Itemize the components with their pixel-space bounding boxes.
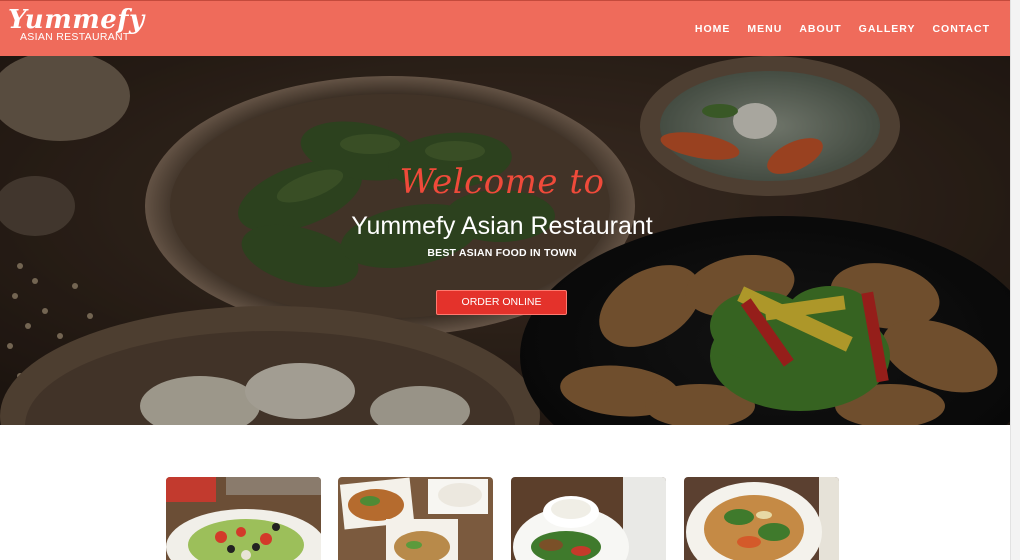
logo[interactable]: Yummefy ASIAN RESTAURANT — [8, 5, 144, 47]
hero-content: Welcome to Yummefy Asian Restaurant BEST… — [0, 56, 1010, 425]
nav-about[interactable]: ABOUT — [799, 23, 841, 35]
hero-title: Yummefy Asian Restaurant — [351, 212, 653, 240]
rice-stirfry-photo — [511, 477, 666, 560]
site-header: Yummefy ASIAN RESTAURANT HOME MENU ABOUT… — [0, 0, 1010, 56]
nav-gallery[interactable]: GALLERY — [859, 23, 916, 35]
hero-subtitle: BEST ASIAN FOOD IN TOWN — [427, 247, 577, 259]
salad-photo — [166, 477, 321, 560]
welcome-text: Welcome to — [399, 162, 605, 202]
hero-banner: Welcome to Yummefy Asian Restaurant BEST… — [0, 56, 1010, 425]
gallery-thumb-noodle-platter[interactable] — [338, 477, 493, 560]
order-online-button[interactable]: ORDER ONLINE — [436, 290, 567, 315]
gallery-thumb-rice-stirfry[interactable] — [511, 477, 666, 560]
pad-thai-photo — [684, 477, 839, 560]
scrollbar-track[interactable] — [1010, 0, 1020, 560]
logo-subtitle: ASIAN RESTAURANT — [20, 31, 130, 43]
noodle-platter-photo — [338, 477, 493, 560]
nav-home[interactable]: HOME — [695, 23, 731, 35]
nav-menu[interactable]: MENU — [747, 23, 782, 35]
nav-contact[interactable]: CONTACT — [932, 23, 990, 35]
gallery-thumb-pad-thai[interactable] — [684, 477, 839, 560]
gallery-thumb-salad[interactable] — [166, 477, 321, 560]
main-nav: HOME MENU ABOUT GALLERY CONTACT — [678, 23, 990, 35]
